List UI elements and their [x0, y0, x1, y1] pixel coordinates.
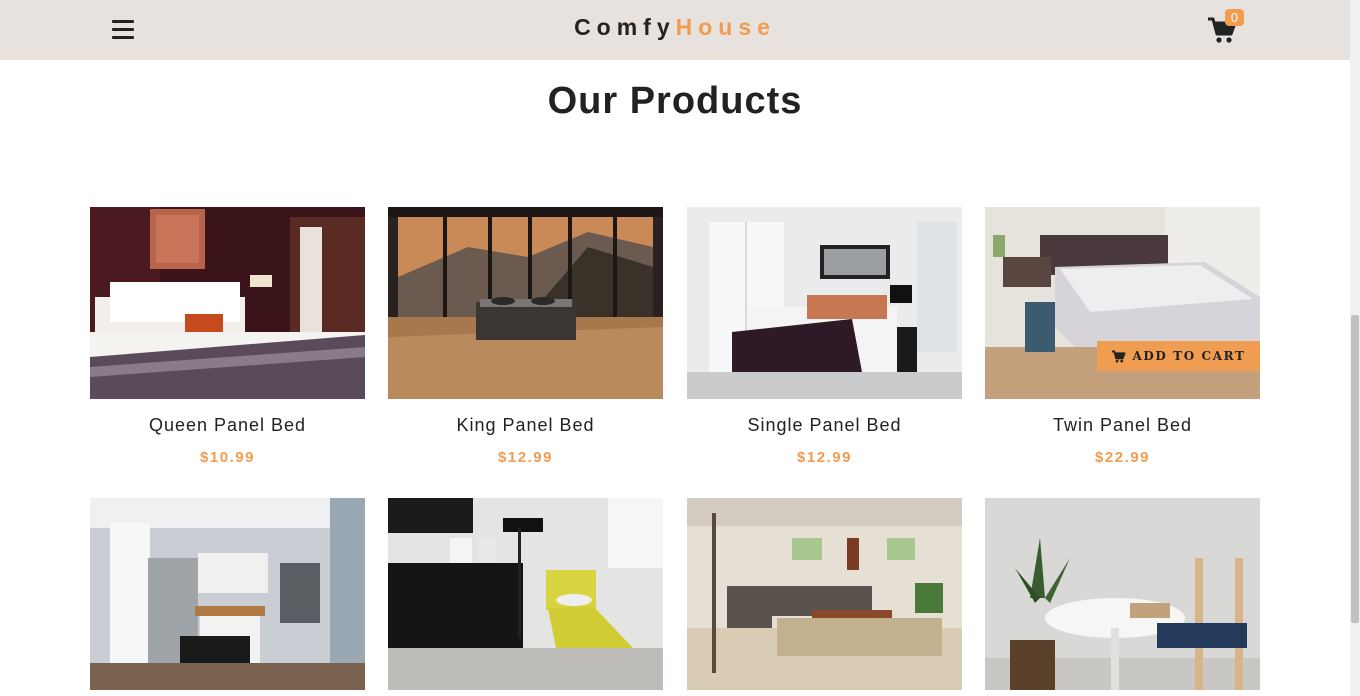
product-price: $12.99: [797, 449, 852, 466]
product-image[interactable]: [985, 498, 1260, 690]
product-image[interactable]: [90, 498, 365, 690]
product-image[interactable]: [687, 498, 962, 690]
section-title: Our Products: [547, 80, 803, 122]
product-price: $12.99: [498, 449, 553, 466]
product-card: ADD TO CART Twin Panel Bed $22.99: [985, 207, 1260, 466]
logo[interactable]: ComfyHouse: [0, 14, 1350, 41]
product-card: [388, 498, 663, 690]
product-price: $10.99: [200, 449, 255, 466]
logo-comfy: Comfy: [574, 14, 676, 40]
product-image[interactable]: [388, 207, 663, 399]
product-card: Queen Panel Bed $10.99: [90, 207, 365, 466]
scrollbar-thumb[interactable]: [1351, 315, 1359, 623]
navbar: ComfyHouse 0: [0, 0, 1350, 60]
product-price: $22.99: [1095, 449, 1150, 466]
product-name: Queen Panel Bed: [148, 415, 307, 435]
product-image[interactable]: [388, 498, 663, 690]
product-card: [985, 498, 1260, 690]
product-card: King Panel Bed $12.99: [388, 207, 663, 466]
product-name: Twin Panel Bed: [1052, 415, 1193, 435]
cart-icon: [1112, 349, 1126, 363]
product-image[interactable]: [687, 207, 962, 399]
cart-count-badge: 0: [1225, 9, 1244, 26]
logo-house: House: [675, 14, 776, 40]
product-image[interactable]: ADD TO CART: [985, 207, 1260, 399]
add-to-cart-label: ADD TO CART: [1132, 349, 1246, 363]
product-name: Single Panel Bed: [747, 415, 902, 435]
product-image[interactable]: [90, 207, 365, 399]
product-name: King Panel Bed: [456, 415, 595, 435]
add-to-cart-button[interactable]: ADD TO CART: [1097, 341, 1260, 371]
product-card: Single Panel Bed $12.99: [687, 207, 962, 466]
page-scrollbar[interactable]: [1350, 0, 1360, 696]
product-card: [687, 498, 962, 690]
product-card: [90, 498, 365, 690]
